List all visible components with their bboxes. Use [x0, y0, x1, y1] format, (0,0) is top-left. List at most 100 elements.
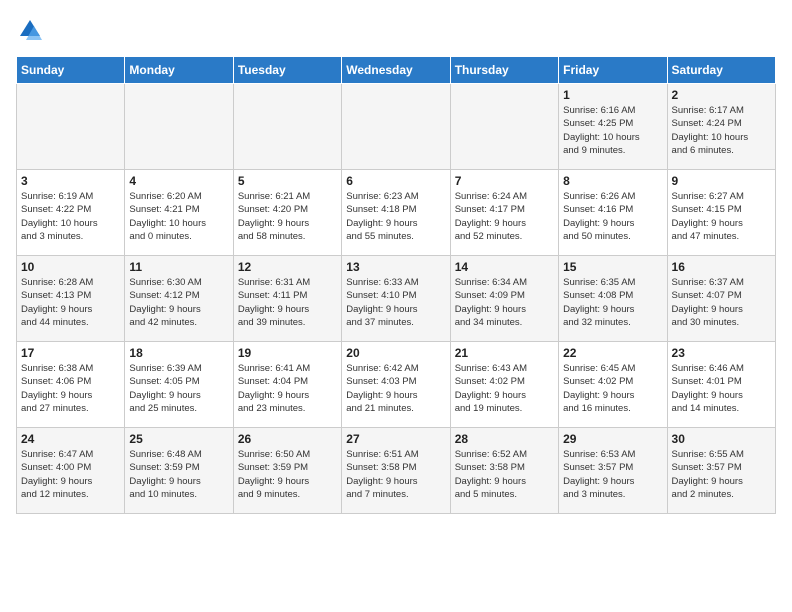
calendar-cell: 5 Sunrise: 6:21 AM Sunset: 4:20 PM Daylig…: [233, 170, 341, 256]
calendar-cell: 29 Sunrise: 6:53 AM Sunset: 3:57 PM Dayli…: [559, 428, 667, 514]
day-info: Sunrise: 6:50 AM Sunset: 3:59 PM Dayligh…: [238, 448, 337, 501]
day-number: 23: [672, 346, 771, 360]
day-info: Sunrise: 6:33 AM Sunset: 4:10 PM Dayligh…: [346, 276, 445, 329]
day-info: Sunrise: 6:23 AM Sunset: 4:18 PM Dayligh…: [346, 190, 445, 243]
calendar-cell: 26 Sunrise: 6:50 AM Sunset: 3:59 PM Dayli…: [233, 428, 341, 514]
day-info: Sunrise: 6:20 AM Sunset: 4:21 PM Dayligh…: [129, 190, 228, 243]
day-info: Sunrise: 6:30 AM Sunset: 4:12 PM Dayligh…: [129, 276, 228, 329]
day-number: 5: [238, 174, 337, 188]
weekday-header: Sunday: [17, 57, 125, 84]
calendar-cell: 17 Sunrise: 6:38 AM Sunset: 4:06 PM Dayli…: [17, 342, 125, 428]
calendar-cell: 23 Sunrise: 6:46 AM Sunset: 4:01 PM Dayli…: [667, 342, 775, 428]
page-header: [16, 16, 776, 44]
calendar-header: SundayMondayTuesdayWednesdayThursdayFrid…: [17, 57, 776, 84]
day-number: 1: [563, 88, 662, 102]
day-info: Sunrise: 6:39 AM Sunset: 4:05 PM Dayligh…: [129, 362, 228, 415]
day-info: Sunrise: 6:48 AM Sunset: 3:59 PM Dayligh…: [129, 448, 228, 501]
weekday-header: Monday: [125, 57, 233, 84]
day-info: Sunrise: 6:31 AM Sunset: 4:11 PM Dayligh…: [238, 276, 337, 329]
day-number: 2: [672, 88, 771, 102]
calendar-cell: 21 Sunrise: 6:43 AM Sunset: 4:02 PM Dayli…: [450, 342, 558, 428]
day-number: 12: [238, 260, 337, 274]
day-info: Sunrise: 6:17 AM Sunset: 4:24 PM Dayligh…: [672, 104, 771, 157]
weekday-header: Thursday: [450, 57, 558, 84]
day-number: 27: [346, 432, 445, 446]
day-info: Sunrise: 6:53 AM Sunset: 3:57 PM Dayligh…: [563, 448, 662, 501]
calendar-cell: 24 Sunrise: 6:47 AM Sunset: 4:00 PM Dayli…: [17, 428, 125, 514]
calendar-cell: 30 Sunrise: 6:55 AM Sunset: 3:57 PM Dayli…: [667, 428, 775, 514]
day-number: 10: [21, 260, 120, 274]
weekday-header: Wednesday: [342, 57, 450, 84]
day-number: 19: [238, 346, 337, 360]
day-info: Sunrise: 6:37 AM Sunset: 4:07 PM Dayligh…: [672, 276, 771, 329]
day-info: Sunrise: 6:27 AM Sunset: 4:15 PM Dayligh…: [672, 190, 771, 243]
weekday-header: Tuesday: [233, 57, 341, 84]
day-info: Sunrise: 6:35 AM Sunset: 4:08 PM Dayligh…: [563, 276, 662, 329]
calendar-cell: [342, 84, 450, 170]
calendar-cell: 19 Sunrise: 6:41 AM Sunset: 4:04 PM Dayli…: [233, 342, 341, 428]
calendar-cell: 11 Sunrise: 6:30 AM Sunset: 4:12 PM Dayli…: [125, 256, 233, 342]
day-number: 14: [455, 260, 554, 274]
day-info: Sunrise: 6:46 AM Sunset: 4:01 PM Dayligh…: [672, 362, 771, 415]
day-number: 4: [129, 174, 228, 188]
calendar-cell: 4 Sunrise: 6:20 AM Sunset: 4:21 PM Daylig…: [125, 170, 233, 256]
day-info: Sunrise: 6:42 AM Sunset: 4:03 PM Dayligh…: [346, 362, 445, 415]
calendar-cell: 27 Sunrise: 6:51 AM Sunset: 3:58 PM Dayli…: [342, 428, 450, 514]
day-number: 24: [21, 432, 120, 446]
day-number: 25: [129, 432, 228, 446]
day-info: Sunrise: 6:51 AM Sunset: 3:58 PM Dayligh…: [346, 448, 445, 501]
day-info: Sunrise: 6:47 AM Sunset: 4:00 PM Dayligh…: [21, 448, 120, 501]
calendar-cell: [450, 84, 558, 170]
calendar-cell: 20 Sunrise: 6:42 AM Sunset: 4:03 PM Dayli…: [342, 342, 450, 428]
calendar-cell: 3Sunrise: 6:19 AM Sunset: 4:22 PM Daylig…: [17, 170, 125, 256]
calendar-week-row: 1Sunrise: 6:16 AM Sunset: 4:25 PM Daylig…: [17, 84, 776, 170]
day-info: Sunrise: 6:24 AM Sunset: 4:17 PM Dayligh…: [455, 190, 554, 243]
day-number: 21: [455, 346, 554, 360]
calendar-cell: [233, 84, 341, 170]
calendar-cell: 25 Sunrise: 6:48 AM Sunset: 3:59 PM Dayli…: [125, 428, 233, 514]
day-info: Sunrise: 6:19 AM Sunset: 4:22 PM Dayligh…: [21, 190, 120, 243]
day-number: 9: [672, 174, 771, 188]
day-number: 8: [563, 174, 662, 188]
calendar-cell: 12 Sunrise: 6:31 AM Sunset: 4:11 PM Dayli…: [233, 256, 341, 342]
day-number: 22: [563, 346, 662, 360]
weekday-header: Friday: [559, 57, 667, 84]
day-info: Sunrise: 6:34 AM Sunset: 4:09 PM Dayligh…: [455, 276, 554, 329]
calendar-cell: 1Sunrise: 6:16 AM Sunset: 4:25 PM Daylig…: [559, 84, 667, 170]
calendar-table: SundayMondayTuesdayWednesdayThursdayFrid…: [16, 56, 776, 514]
day-info: Sunrise: 6:41 AM Sunset: 4:04 PM Dayligh…: [238, 362, 337, 415]
calendar-cell: 8 Sunrise: 6:26 AM Sunset: 4:16 PM Daylig…: [559, 170, 667, 256]
day-number: 11: [129, 260, 228, 274]
day-info: Sunrise: 6:28 AM Sunset: 4:13 PM Dayligh…: [21, 276, 120, 329]
calendar-week-row: 17 Sunrise: 6:38 AM Sunset: 4:06 PM Dayli…: [17, 342, 776, 428]
day-number: 6: [346, 174, 445, 188]
day-number: 13: [346, 260, 445, 274]
day-info: Sunrise: 6:38 AM Sunset: 4:06 PM Dayligh…: [21, 362, 120, 415]
calendar-cell: 10 Sunrise: 6:28 AM Sunset: 4:13 PM Dayli…: [17, 256, 125, 342]
day-info: Sunrise: 6:21 AM Sunset: 4:20 PM Dayligh…: [238, 190, 337, 243]
weekday-header: Saturday: [667, 57, 775, 84]
day-info: Sunrise: 6:55 AM Sunset: 3:57 PM Dayligh…: [672, 448, 771, 501]
day-number: 26: [238, 432, 337, 446]
calendar-cell: 16 Sunrise: 6:37 AM Sunset: 4:07 PM Dayli…: [667, 256, 775, 342]
calendar-week-row: 24 Sunrise: 6:47 AM Sunset: 4:00 PM Dayli…: [17, 428, 776, 514]
day-info: Sunrise: 6:26 AM Sunset: 4:16 PM Dayligh…: [563, 190, 662, 243]
day-info: Sunrise: 6:43 AM Sunset: 4:02 PM Dayligh…: [455, 362, 554, 415]
calendar-cell: [17, 84, 125, 170]
day-number: 18: [129, 346, 228, 360]
day-number: 29: [563, 432, 662, 446]
logo: [16, 16, 48, 44]
day-number: 30: [672, 432, 771, 446]
calendar-cell: 18 Sunrise: 6:39 AM Sunset: 4:05 PM Dayli…: [125, 342, 233, 428]
day-info: Sunrise: 6:45 AM Sunset: 4:02 PM Dayligh…: [563, 362, 662, 415]
calendar-week-row: 3Sunrise: 6:19 AM Sunset: 4:22 PM Daylig…: [17, 170, 776, 256]
day-number: 20: [346, 346, 445, 360]
day-info: Sunrise: 6:52 AM Sunset: 3:58 PM Dayligh…: [455, 448, 554, 501]
calendar-cell: 28Sunrise: 6:52 AM Sunset: 3:58 PM Dayli…: [450, 428, 558, 514]
day-number: 16: [672, 260, 771, 274]
calendar-cell: [125, 84, 233, 170]
logo-icon: [16, 16, 44, 44]
calendar-cell: 15Sunrise: 6:35 AM Sunset: 4:08 PM Dayli…: [559, 256, 667, 342]
day-number: 17: [21, 346, 120, 360]
calendar-cell: 13 Sunrise: 6:33 AM Sunset: 4:10 PM Dayli…: [342, 256, 450, 342]
